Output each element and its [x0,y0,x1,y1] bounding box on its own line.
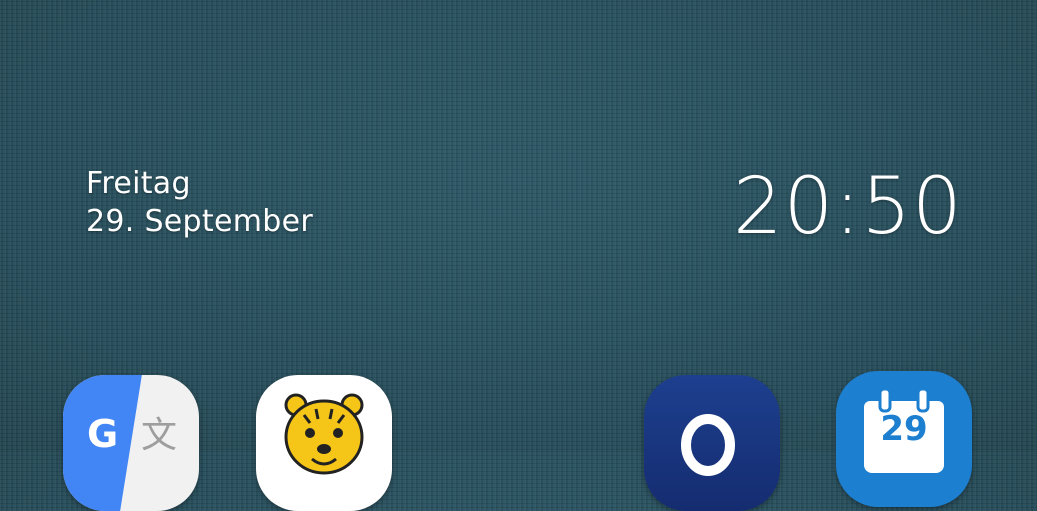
tiger-icon [284,393,364,475]
calendar-date-number: 29 [880,409,928,449]
svg-text:G: G [87,412,118,456]
weekday-label: Freitag [86,166,191,201]
date-label: 29. September [86,204,313,239]
clock-widget[interactable]: Freitag 29. September 20:50 [0,0,1037,300]
calendar-app[interactable]: 29 [836,371,972,507]
tiger-app[interactable] [256,375,392,511]
google-translate-icon: G 文 [87,412,177,456]
date-block: Freitag 29. September [86,166,313,240]
time-label: 20:50 [733,162,963,252]
o2-app[interactable] [644,375,780,511]
google-translate-app[interactable]: G 文 [63,375,199,511]
o2-icon [681,414,735,476]
